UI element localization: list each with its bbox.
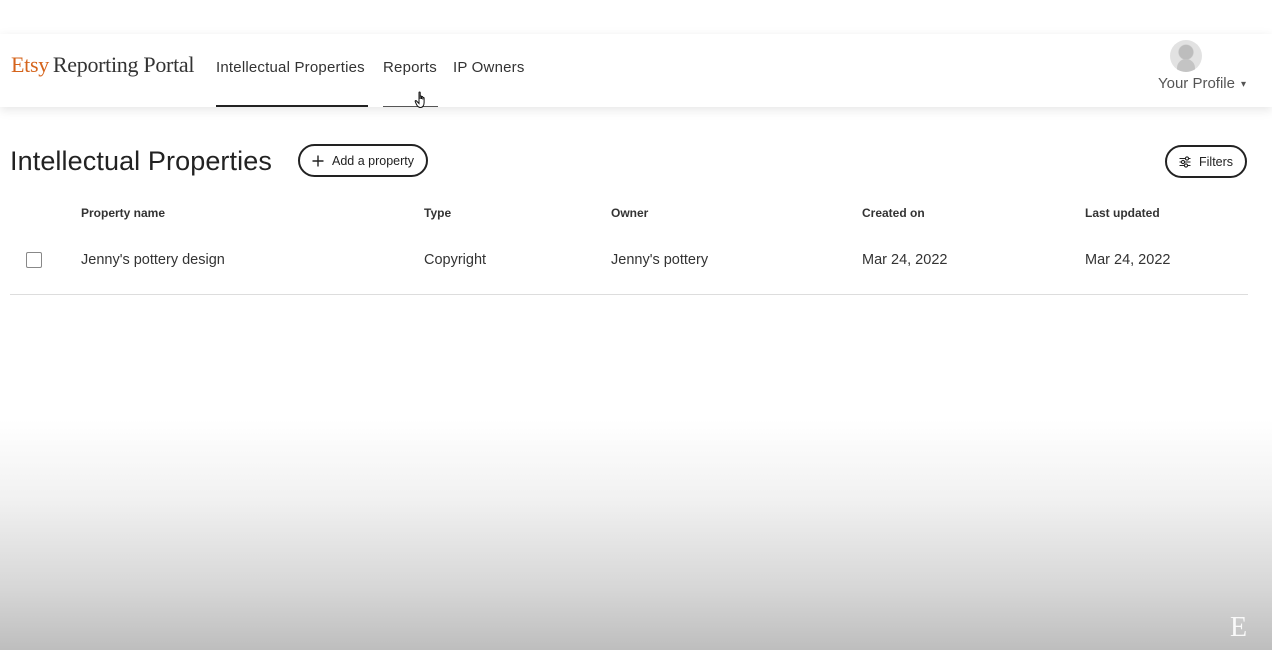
cell-owner: Jenny's pottery	[611, 252, 709, 268]
sliders-icon	[1179, 155, 1191, 168]
page-title: Intellectual Properties	[10, 146, 272, 176]
top-navigation-bar: Etsy Reporting Portal Intellectual Proper…	[0, 34, 1272, 107]
cell-property-name[interactable]: Jenny's pottery design	[81, 252, 225, 268]
tab-label: Reports	[383, 59, 437, 76]
column-header-last-updated[interactable]: Last updated	[1085, 206, 1160, 220]
tab-label: Intellectual Properties	[216, 59, 365, 76]
filters-label: Filters	[1199, 154, 1234, 169]
add-property-button[interactable]: Add a property	[298, 144, 428, 177]
cell-type: Copyright	[424, 252, 487, 268]
etsy-e-watermark: E	[1230, 612, 1248, 643]
column-header-type[interactable]: Type	[424, 206, 451, 220]
row-select-checkbox[interactable]	[26, 252, 42, 268]
brand-etsy: Etsy	[11, 52, 49, 77]
profile-label-text: Your Profile	[1157, 75, 1235, 92]
tab-label: IP Owners	[453, 59, 525, 76]
avatar[interactable]	[1170, 40, 1202, 72]
cell-last-updated: Mar 24, 2022	[1085, 252, 1171, 268]
etsy-reporting-portal-logo[interactable]: Etsy Reporting Portal	[11, 52, 194, 78]
profile-label[interactable]: Your Profile ▾	[1158, 75, 1246, 92]
column-header-owner[interactable]: Owner	[611, 206, 648, 220]
brand-portal: Reporting Portal	[52, 52, 195, 77]
add-property-label: Add a property	[332, 153, 414, 168]
row-divider	[10, 294, 1248, 295]
chevron-down-icon: ▾	[1240, 79, 1246, 90]
profile-menu[interactable]: Your Profile ▾	[1146, 40, 1246, 96]
tab-ip-owners[interactable]: IP Owners	[453, 59, 525, 107]
plus-icon	[312, 155, 324, 167]
tab-intellectual-properties[interactable]: Intellectual Properties	[216, 59, 368, 107]
column-header-created-on[interactable]: Created on	[862, 206, 925, 220]
tab-reports[interactable]: Reports	[383, 59, 438, 107]
filters-button[interactable]: Filters	[1165, 145, 1248, 178]
cell-created-on: Mar 24, 2022	[862, 252, 948, 268]
column-header-property-name[interactable]: Property name	[81, 206, 165, 220]
